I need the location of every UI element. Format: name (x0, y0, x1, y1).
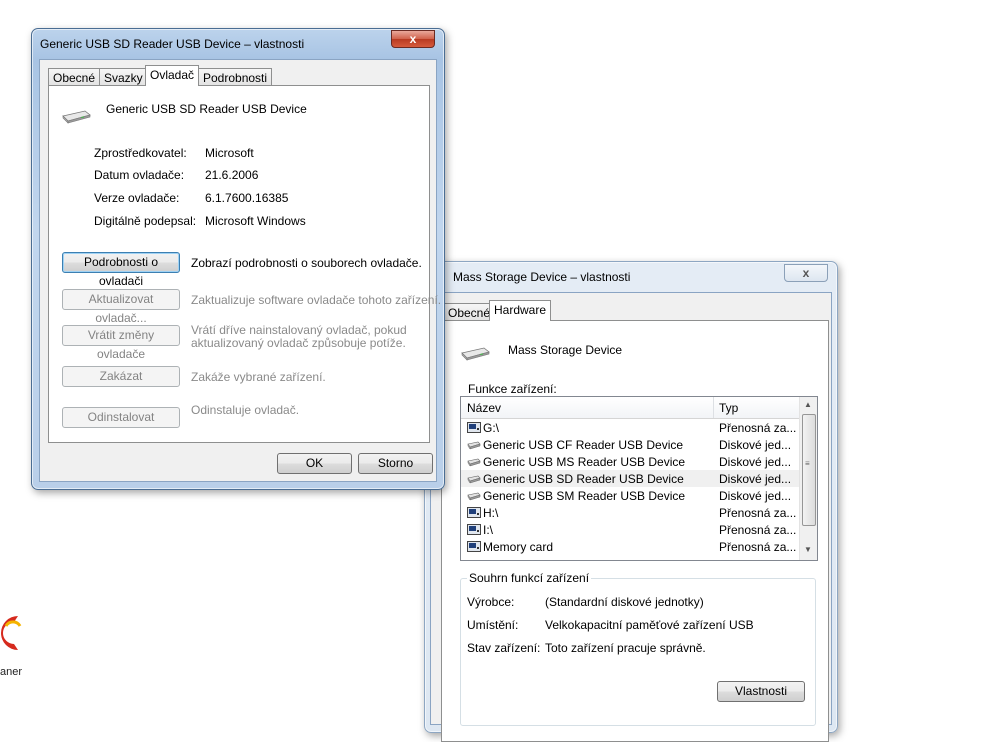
properties-button[interactable]: Vlastnosti (717, 681, 805, 702)
ok-button[interactable]: OK (277, 453, 352, 474)
list-item[interactable]: Generic USB SM Reader USB Device Diskové … (461, 487, 799, 504)
scroll-down-icon[interactable]: ▼ (804, 545, 812, 554)
list-scrollbar[interactable]: ▲ ≡ ▼ (799, 397, 817, 560)
list-item-type: Diskové jed... (719, 472, 792, 486)
rollback-description-line2: aktualizovaný ovladač způsobuje potíže. (191, 336, 406, 350)
close-button[interactable]: x (784, 264, 828, 282)
list-item[interactable]: Generic USB MS Reader USB Device Diskové … (461, 453, 799, 470)
scroll-up-icon[interactable]: ▲ (804, 400, 812, 409)
removable-disk-icon (467, 422, 481, 433)
scroll-thumb[interactable] (802, 414, 816, 526)
list-item[interactable]: I:\ Přenosná za... (461, 521, 799, 538)
tab-hardware[interactable]: Hardware (489, 300, 552, 321)
location-label: Umístění: (467, 618, 519, 632)
manufacturer-label: Výrobce: (467, 595, 515, 609)
list-item-name: Generic USB SD Reader USB Device (483, 472, 684, 486)
driver-date-label: Datum ovladače: (94, 168, 185, 182)
disable-description: Zakáže vybrané zařízení. (191, 370, 326, 384)
tab-obecne[interactable]: Obecné (443, 303, 496, 321)
disk-drive-icon (467, 475, 481, 484)
list-item-type: Přenosná za... (719, 421, 797, 435)
uninstall-description: Odinstaluje ovladač. (191, 403, 300, 417)
cancel-button[interactable]: Storno (358, 453, 433, 474)
list-item-type: Přenosná za... (719, 540, 797, 554)
summary-groupbox: Souhrn funkcí zařízení Výrobce: (Standar… (460, 571, 816, 726)
list-item-name: G:\ (483, 421, 500, 435)
disk-drive-icon (461, 347, 490, 361)
tab-obecne[interactable]: Obecné (48, 68, 101, 86)
device-name: Generic USB SD Reader USB Device (106, 102, 307, 116)
functions-label: Funkce zařízení: (468, 382, 557, 396)
tab-svazky[interactable]: Svazky (99, 68, 148, 86)
driver-date-value: 21.6.2006 (205, 168, 259, 182)
list-item-name: Memory card (483, 540, 554, 554)
window-client: Obecné Hardware Mass Storage Device Funk… (430, 292, 832, 742)
status-value: Toto zařízení pracuje správně. (545, 641, 706, 655)
removable-disk-icon (467, 524, 481, 535)
list-item-type: Diskové jed... (719, 455, 792, 469)
hardware-panel: Mass Storage Device Funkce zařízení: Náz… (441, 320, 829, 742)
grip-icon: ≡ (805, 459, 810, 468)
removable-disk-icon (467, 507, 481, 518)
disk-drive-icon (467, 492, 481, 501)
mass-storage-properties-window[interactable]: Mass Storage Device – vlastnosti x Obecn… (424, 261, 838, 742)
tab-ovladac[interactable]: Ovladač (145, 65, 200, 86)
list-item-name: Generic USB SM Reader USB Device (483, 489, 686, 503)
list-item-name: Generic USB CF Reader USB Device (483, 438, 684, 452)
disk-drive-icon (62, 110, 91, 124)
list-item-type: Diskové jed... (719, 438, 792, 452)
rollback-driver-button[interactable]: Vrátit změny ovladače (62, 325, 180, 361)
driver-panel: Generic USB SD Reader USB Device Zprostř… (48, 85, 441, 443)
manufacturer-value: (Standardní diskové jednotky) (545, 595, 704, 609)
status-label: Stav zařízení: (467, 641, 541, 655)
driver-version-value: 6.1.7600.16385 (205, 191, 289, 205)
list-item[interactable]: Memory card Přenosná za... (461, 538, 799, 555)
list-header: Název Typ (461, 397, 799, 419)
window-client: Obecné Svazky Ovladač Podrobnosti Generi… (39, 59, 441, 482)
driver-details-button[interactable]: Podrobnosti o ovladači (62, 252, 180, 288)
close-button[interactable]: x (391, 30, 435, 48)
tab-podrobnosti[interactable]: Podrobnosti (198, 68, 273, 86)
list-item-name: I:\ (483, 523, 494, 537)
uninstall-button[interactable]: Odinstalovat (62, 407, 180, 428)
device-functions-list[interactable]: Název Typ G:\ Přenosná za... Generic USB C… (460, 396, 818, 561)
provider-value: Microsoft (205, 146, 254, 160)
desktop-shortcut[interactable]: aner (0, 610, 30, 680)
ccleaner-icon (1, 616, 22, 650)
update-driver-description: Zaktualizuje software ovladače tohoto za… (191, 293, 442, 307)
removable-disk-icon (467, 541, 481, 552)
column-separator (713, 397, 714, 418)
disk-drive-icon (467, 441, 481, 450)
disk-drive-icon (467, 458, 481, 467)
desktop-icon-label: aner (0, 666, 23, 678)
summary-label: Souhrn funkcí zařízení (467, 571, 592, 585)
provider-label: Zprostředkovatel: (94, 146, 187, 160)
location-value: Velkokapacitní paměťové zařízení USB (545, 618, 754, 632)
column-type[interactable]: Typ (719, 401, 738, 415)
update-driver-button[interactable]: Aktualizovat ovladač... (62, 289, 180, 325)
device-name: Mass Storage Device (508, 343, 623, 357)
list-item[interactable]: Generic USB CF Reader USB Device Diskové … (461, 436, 799, 453)
list-item[interactable]: H:\ Přenosná za... (461, 504, 799, 521)
sd-reader-properties-window[interactable]: Generic USB SD Reader USB Device – vlast… (31, 28, 445, 490)
list-item-type: Přenosná za... (719, 506, 797, 520)
signer-label: Digitálně podepsal: (94, 214, 197, 228)
disable-button[interactable]: Zakázat (62, 366, 180, 387)
list-item-type: Diskové jed... (719, 489, 792, 503)
driver-version-label: Verze ovladače: (94, 191, 180, 205)
column-name[interactable]: Název (467, 401, 501, 415)
list-item[interactable]: G:\ Přenosná za... (461, 419, 799, 436)
window-title: Mass Storage Device – vlastnosti (453, 270, 631, 284)
list-item-type: Přenosná za... (719, 523, 797, 537)
list-item-name: Generic USB MS Reader USB Device (483, 455, 686, 469)
window-title: Generic USB SD Reader USB Device – vlast… (40, 37, 305, 51)
signer-value: Microsoft Windows (205, 214, 306, 228)
list-item-name: H:\ (483, 506, 499, 520)
list-item[interactable]: Generic USB SD Reader USB Device Diskové … (461, 470, 799, 487)
driver-details-description: Zobrazí podrobnosti o souborech ovladače… (191, 256, 422, 270)
